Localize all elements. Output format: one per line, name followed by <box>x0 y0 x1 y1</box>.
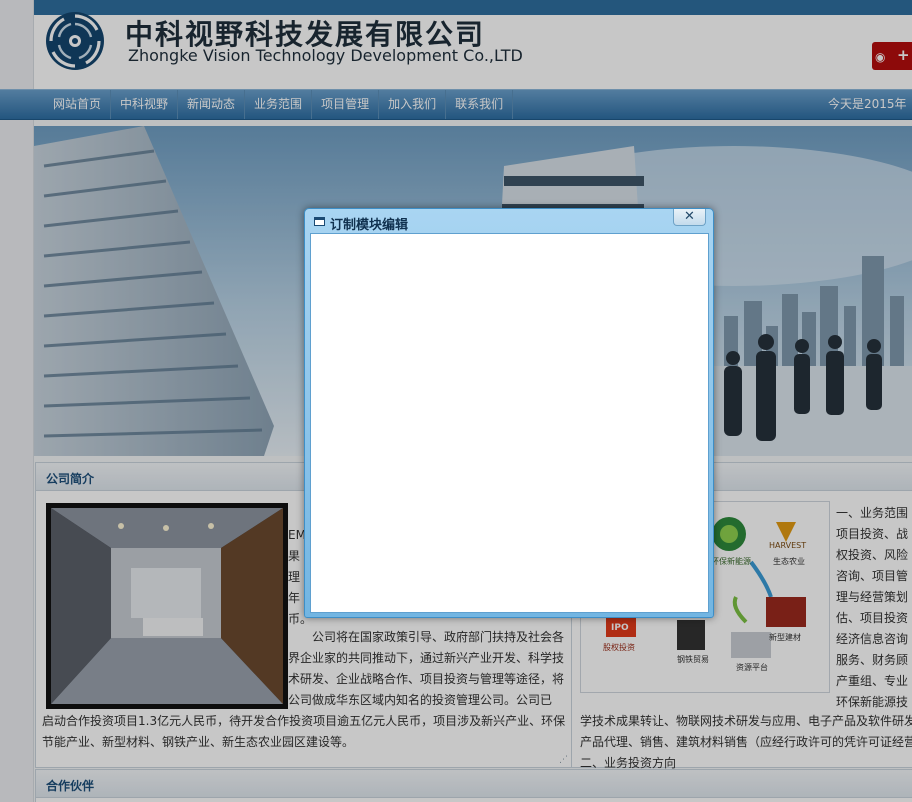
dialog-content[interactable] <box>310 233 709 613</box>
custom-module-dialog: 订制模块编辑 ✕ <box>304 208 714 618</box>
close-icon: ✕ <box>684 209 695 224</box>
window-icon <box>314 217 325 226</box>
close-button[interactable]: ✕ <box>673 209 706 226</box>
dialog-title: 订制模块编辑 <box>330 218 409 233</box>
